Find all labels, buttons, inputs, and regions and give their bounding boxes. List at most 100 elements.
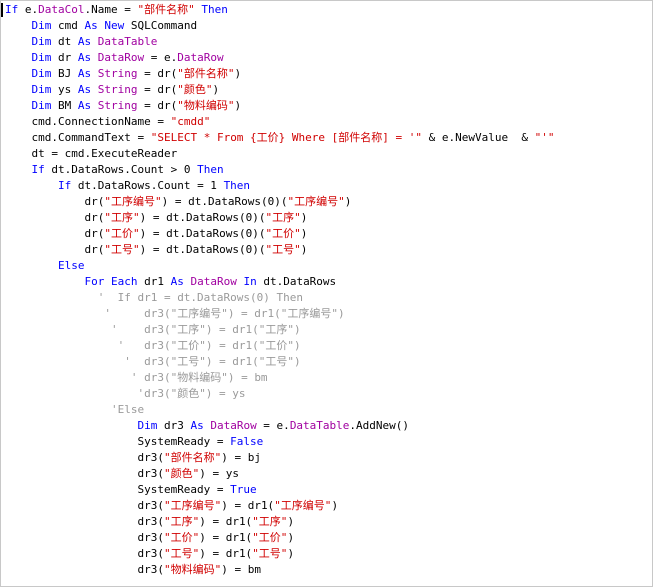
code-line[interactable]: dr3("颜色") = ys — [5, 466, 555, 482]
code-line[interactable]: dt = cmd.ExecuteReader — [5, 146, 555, 162]
code-token: Else — [57, 259, 85, 272]
code-line[interactable]: For Each dr1 As DataRow In dt.DataRows — [5, 274, 555, 290]
code-token: "颜色" — [163, 467, 200, 480]
code-token: SQLCommand — [130, 19, 198, 32]
code-token: dr — [58, 51, 78, 64]
code-line[interactable]: dr("工号") = dt.DataRows(0)("工号") — [5, 242, 555, 258]
code-token: = dr( — [137, 67, 178, 80]
code-line[interactable]: Dim dr3 As DataRow = e.DataTable.AddNew(… — [5, 418, 555, 434]
code-token: ) — [234, 99, 242, 112]
code-token: ' dr3("物料编码") = bm — [130, 371, 268, 384]
code-line[interactable]: If dt.DataRows.Count > 0 Then — [5, 162, 555, 178]
code-token: .Name = — [84, 3, 138, 16]
code-line[interactable]: ' dr3("工号") = dr1("工号") — [5, 354, 555, 370]
code-token: False — [230, 435, 264, 448]
code-line[interactable]: dr3("工价") = dr1("工价") — [5, 530, 555, 546]
code-token: ) = dt.DataRows(0)( — [139, 211, 266, 224]
code-token: As — [77, 51, 98, 64]
code-token: ) — [212, 83, 220, 96]
code-line[interactable]: dr3("工序") = dr1("工序") — [5, 514, 555, 530]
code-token: String — [97, 67, 138, 80]
code-line[interactable]: dr("工序编号") = dt.DataRows(0)("工序编号") — [5, 194, 555, 210]
code-token: e. — [24, 3, 39, 16]
code-token: "部件名称" — [177, 67, 235, 80]
code-token: "工号" — [163, 547, 200, 560]
code-editor[interactable]: If e.DataCol.Name = "部件名称" Then Dim cmd … — [0, 0, 653, 587]
code-line[interactable]: dr3("工序编号") = dr1("工序编号") — [5, 498, 555, 514]
code-line[interactable]: If dt.DataRows.Count = 1 Then — [5, 178, 555, 194]
code-token: "工序" — [163, 515, 200, 528]
code-token: As — [77, 83, 98, 96]
code-line[interactable]: Dim dr As DataRow = e.DataRow — [5, 50, 555, 66]
code-line[interactable]: cmd.ConnectionName = "cmdd" — [5, 114, 555, 130]
code-token: DataTable — [289, 419, 350, 432]
code-token: Dim — [31, 51, 58, 64]
code-line[interactable]: ' dr3("工序") = dr1("工序") — [5, 322, 555, 338]
code-token: SystemReady = — [137, 435, 231, 448]
code-token: 'dr3("颜色") = ys — [137, 387, 246, 400]
code-token: ) — [300, 243, 308, 256]
code-token: ) — [300, 227, 308, 240]
code-token: DataRow — [97, 51, 145, 64]
code-token: Dim — [31, 19, 58, 32]
code-token: Then — [223, 179, 251, 192]
code-line[interactable]: dr3("工号") = dr1("工号") — [5, 546, 555, 562]
code-token: dr3( — [137, 547, 164, 560]
code-line[interactable]: 'dr3("颜色") = ys — [5, 386, 555, 402]
code-area[interactable]: If e.DataCol.Name = "部件名称" Then Dim cmd … — [5, 2, 555, 578]
code-line[interactable]: ' dr3("工价") = dr1("工价") — [5, 338, 555, 354]
code-line[interactable]: ' dr3("物料编码") = bm — [5, 370, 555, 386]
code-line[interactable]: dr("工价") = dt.DataRows(0)("工价") — [5, 226, 555, 242]
code-line[interactable]: cmd.CommandText = "SELECT * From {工价} Wh… — [5, 130, 555, 146]
code-line[interactable]: Else — [5, 258, 555, 274]
code-token: dt.DataRows.Count > 0 — [51, 163, 198, 176]
code-line[interactable]: Dim cmd As New SQLCommand — [5, 18, 555, 34]
code-token: .AddNew() — [349, 419, 410, 432]
code-token: ' dr3("工序") = dr1("工序") — [110, 323, 301, 336]
code-line[interactable]: SystemReady = True — [5, 482, 555, 498]
code-line[interactable]: dr3("物料编码") = bm — [5, 562, 555, 578]
code-token: "工序编号" — [104, 195, 162, 208]
code-token: DataTable — [97, 35, 158, 48]
code-line[interactable]: dr3("部件名称") = bj — [5, 450, 555, 466]
code-token: "物料编码" — [177, 99, 235, 112]
code-token: As — [170, 275, 191, 288]
code-line[interactable]: SystemReady = False — [5, 434, 555, 450]
code-token: SystemReady = — [137, 483, 231, 496]
code-token: "工价" — [265, 227, 301, 240]
code-token: BJ — [58, 67, 78, 80]
code-line[interactable]: Dim BM As String = dr("物料编码") — [5, 98, 555, 114]
code-line[interactable]: Dim ys As String = dr("颜色") — [5, 82, 555, 98]
code-line[interactable]: 'Else — [5, 402, 555, 418]
code-line[interactable]: ' dr3("工序编号") = dr1("工序编号") — [5, 306, 555, 322]
code-token: DataRow — [210, 419, 257, 432]
code-token: dr( — [84, 211, 105, 224]
code-line[interactable]: Dim BJ As String = dr("部件名称") — [5, 66, 555, 82]
code-token: "工号" — [265, 243, 301, 256]
code-token: = e. — [144, 51, 178, 64]
code-token: ) — [287, 547, 295, 560]
code-line[interactable]: Dim dt As DataTable — [5, 34, 555, 50]
code-token: True — [230, 483, 257, 496]
code-token: In — [236, 275, 264, 288]
code-token: "工序编号" — [274, 499, 332, 512]
code-line[interactable]: ' If dr1 = dt.DataRows(0) Then — [5, 290, 555, 306]
code-token: "cmdd" — [170, 115, 211, 128]
code-token: "工序编号" — [287, 195, 345, 208]
code-line[interactable]: dr("工序") = dt.DataRows(0)("工序") — [5, 210, 555, 226]
code-line[interactable]: If e.DataCol.Name = "部件名称" Then — [5, 2, 555, 18]
code-token: ) = ys — [199, 467, 239, 480]
text-caret — [1, 3, 3, 17]
